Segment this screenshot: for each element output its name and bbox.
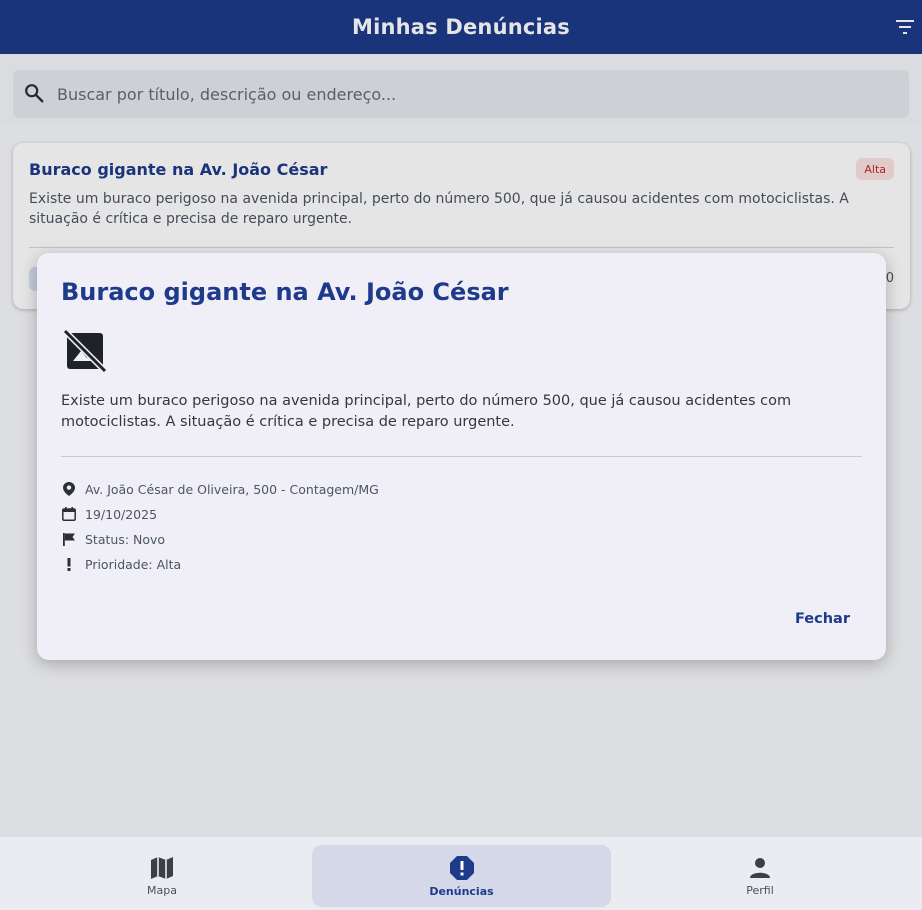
status-row: Status: Novo (61, 531, 165, 547)
date-row: 19/10/2025 (61, 506, 157, 522)
close-button[interactable]: Fechar (795, 611, 850, 627)
nav-item-perfil[interactable]: Perfil (661, 845, 859, 907)
divider (61, 456, 862, 457)
calendar-icon (61, 506, 77, 522)
report-details-dialog: Buraco gigante na Av. João César Existe … (37, 253, 886, 660)
bottom-navigation: Mapa Denúncias Perfil (0, 837, 922, 910)
report-icon (449, 855, 474, 880)
priority-row: Prioridade: Alta (61, 556, 181, 572)
address-text: Av. João César de Oliveira, 500 - Contag… (85, 481, 379, 497)
nav-item-label: Denúncias (429, 884, 494, 898)
nav-item-label: Perfil (746, 883, 774, 897)
dialog-description: Existe um buraco perigoso na avenida pri… (61, 393, 792, 430)
nav-item-label: Mapa (147, 883, 177, 897)
date-text: 19/10/2025 (85, 506, 158, 522)
map-icon (151, 856, 173, 879)
nav-item-denuncias[interactable]: Denúncias (312, 845, 611, 907)
status-text: Status: Novo (85, 531, 166, 547)
person-icon (750, 857, 770, 878)
priority-text: Prioridade: Alta (85, 556, 182, 572)
flag-icon (61, 531, 77, 547)
dialog-title: Buraco gigante na Av. João César (61, 278, 509, 306)
nav-item-mapa[interactable]: Mapa (63, 845, 261, 907)
address-row: Av. João César de Oliveira, 500 - Contag… (61, 481, 379, 497)
hide-image-icon (61, 327, 109, 375)
priority-icon (61, 556, 77, 572)
location-pin-icon (61, 481, 77, 497)
